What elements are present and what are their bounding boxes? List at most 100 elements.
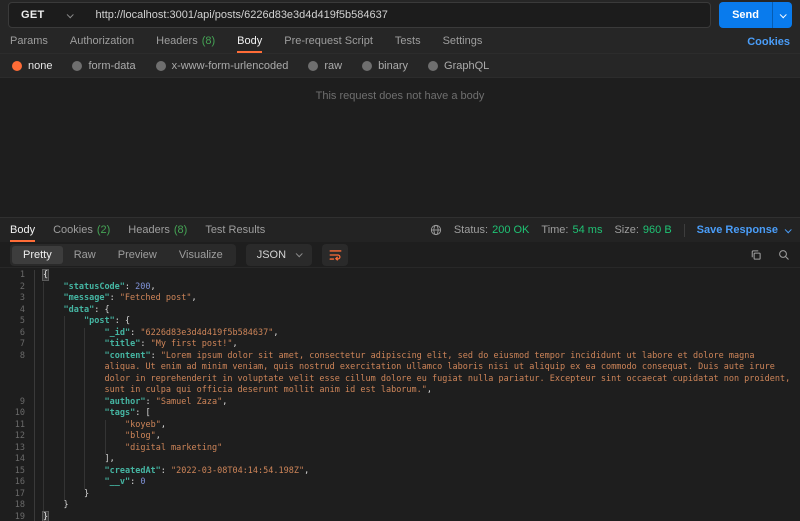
json-string: "koyeb" bbox=[125, 420, 161, 430]
format-dropdown[interactable]: JSON bbox=[246, 244, 312, 266]
code-line-content[interactable]: "title": "My first post!", bbox=[34, 339, 800, 351]
indent-guide bbox=[64, 431, 65, 443]
indent-guide bbox=[43, 420, 44, 432]
wrap-text-button[interactable] bbox=[322, 244, 348, 266]
code-line-content[interactable]: "digital marketing" bbox=[34, 443, 800, 455]
response-body-viewer[interactable]: 1{2"statusCode": 200,3"message": "Fetche… bbox=[0, 268, 800, 521]
view-tab-preview[interactable]: Preview bbox=[107, 246, 168, 264]
radio-label: GraphQL bbox=[444, 60, 489, 72]
body-type-graphql[interactable]: GraphQL bbox=[428, 60, 489, 72]
view-tab-raw[interactable]: Raw bbox=[63, 246, 107, 264]
code-line-content[interactable]: "tags": [ bbox=[34, 408, 800, 420]
code-line-content[interactable]: "post": { bbox=[34, 316, 800, 328]
line-number[interactable]: 2 bbox=[0, 282, 34, 294]
line-number[interactable]: 3 bbox=[0, 293, 34, 305]
save-response-button[interactable]: Save Response bbox=[697, 224, 790, 236]
response-tab-test-results[interactable]: Test Results bbox=[205, 218, 265, 242]
line-number[interactable]: 5 bbox=[0, 316, 34, 328]
code-line-content[interactable]: "author": "Samuel Zaza", bbox=[34, 397, 800, 409]
code-line-content[interactable]: "statusCode": 200, bbox=[34, 282, 800, 294]
indent-guide bbox=[43, 489, 44, 501]
line-number[interactable]: 17 bbox=[0, 489, 34, 501]
radio-icon bbox=[308, 61, 318, 71]
indent-guide bbox=[43, 339, 44, 351]
view-tab-visualize[interactable]: Visualize bbox=[168, 246, 234, 264]
send-options-button[interactable] bbox=[772, 2, 792, 28]
request-tab-params[interactable]: Params bbox=[10, 30, 48, 53]
code-line-content[interactable]: "data": { bbox=[34, 305, 800, 317]
code-line-11: 11"koyeb", bbox=[0, 420, 800, 432]
code-line-content[interactable]: "message": "Fetched post", bbox=[34, 293, 800, 305]
code-line-content[interactable]: ], bbox=[34, 454, 800, 466]
line-number[interactable]: 1 bbox=[0, 270, 34, 282]
url-input-group: GET http://localhost:3001/api/posts/6226… bbox=[8, 2, 711, 28]
body-type-x-www-form-urlencoded[interactable]: x-www-form-urlencoded bbox=[156, 60, 289, 72]
line-number[interactable]: 9 bbox=[0, 397, 34, 409]
code-line-content[interactable]: "content": "Lorem ipsum dolor sit amet, … bbox=[34, 351, 800, 397]
search-icon[interactable] bbox=[778, 249, 790, 261]
line-number[interactable]: 12 bbox=[0, 431, 34, 443]
request-tab-body[interactable]: Body bbox=[237, 30, 262, 53]
json-punctuation: : { bbox=[94, 305, 109, 315]
request-tabs: Params Authorization Headers(8) Body Pre-req… bbox=[0, 30, 800, 54]
body-type-none[interactable]: none bbox=[12, 60, 52, 72]
request-tab-settings[interactable]: Settings bbox=[443, 30, 483, 53]
response-tab-cookies[interactable]: Cookies(2) bbox=[53, 218, 110, 242]
line-number[interactable]: 8 bbox=[0, 351, 34, 397]
line-number[interactable]: 14 bbox=[0, 454, 34, 466]
code-line-content[interactable]: } bbox=[34, 512, 800, 521]
send-button-label[interactable]: Send bbox=[719, 2, 772, 28]
method-selector[interactable]: GET bbox=[9, 3, 86, 27]
line-number[interactable]: 7 bbox=[0, 339, 34, 351]
body-type-form-data[interactable]: form-data bbox=[72, 60, 135, 72]
line-number[interactable]: 15 bbox=[0, 466, 34, 478]
code-line-content[interactable]: "blog", bbox=[34, 431, 800, 443]
code-line-content[interactable]: "koyeb", bbox=[34, 420, 800, 432]
indent-guide bbox=[84, 328, 85, 340]
line-number[interactable]: 16 bbox=[0, 477, 34, 489]
size-value: 960 B bbox=[643, 224, 672, 236]
json-key: "createdAt" bbox=[105, 466, 161, 476]
code-line-18: 18} bbox=[0, 500, 800, 512]
response-tab-headers[interactable]: Headers(8) bbox=[128, 218, 187, 242]
indent-guide bbox=[64, 443, 65, 455]
body-type-binary[interactable]: binary bbox=[362, 60, 408, 72]
line-number[interactable]: 13 bbox=[0, 443, 34, 455]
json-punctuation: , bbox=[222, 397, 227, 407]
code-line-content[interactable]: } bbox=[34, 489, 800, 501]
divider bbox=[684, 224, 685, 237]
radio-label: none bbox=[28, 60, 52, 72]
request-tab-authorization[interactable]: Authorization bbox=[70, 30, 134, 53]
globe-icon[interactable] bbox=[430, 224, 442, 236]
code-line-content[interactable]: } bbox=[34, 500, 800, 512]
code-line-content[interactable]: "_id": "6226d83e3d4d419f5b584637", bbox=[34, 328, 800, 340]
view-tab-pretty[interactable]: Pretty bbox=[12, 246, 63, 264]
send-button[interactable]: Send bbox=[719, 2, 792, 28]
request-tab-tests[interactable]: Tests bbox=[395, 30, 421, 53]
line-number[interactable]: 11 bbox=[0, 420, 34, 432]
line-number[interactable]: 6 bbox=[0, 328, 34, 340]
size-label: Size: bbox=[614, 224, 638, 236]
url-input[interactable]: http://localhost:3001/api/posts/6226d83e… bbox=[86, 9, 388, 21]
request-tab-pre-request-script[interactable]: Pre-request Script bbox=[284, 30, 373, 53]
response-tab-body[interactable]: Body bbox=[10, 218, 35, 242]
status-value: 200 OK bbox=[492, 224, 529, 236]
copy-icon[interactable] bbox=[750, 249, 762, 261]
line-number[interactable]: 18 bbox=[0, 500, 34, 512]
body-type-raw[interactable]: raw bbox=[308, 60, 342, 72]
tab-label: Settings bbox=[443, 35, 483, 47]
code-line-3: 3"message": "Fetched post", bbox=[0, 293, 800, 305]
line-number[interactable]: 4 bbox=[0, 305, 34, 317]
tab-label: Pre-request Script bbox=[284, 35, 373, 47]
code-line-content[interactable]: "createdAt": "2022-03-08T04:14:54.198Z", bbox=[34, 466, 800, 478]
indent-guide bbox=[84, 454, 85, 466]
indent-guide bbox=[64, 477, 65, 489]
radio-label: raw bbox=[324, 60, 342, 72]
request-tab-headers[interactable]: Headers(8) bbox=[156, 30, 215, 53]
code-line-content[interactable]: { bbox=[34, 270, 800, 282]
time-value: 54 ms bbox=[572, 224, 602, 236]
cookies-link[interactable]: Cookies bbox=[747, 36, 790, 48]
line-number[interactable]: 10 bbox=[0, 408, 34, 420]
line-number[interactable]: 19 bbox=[0, 512, 34, 521]
code-line-content[interactable]: "__v": 0 bbox=[34, 477, 800, 489]
